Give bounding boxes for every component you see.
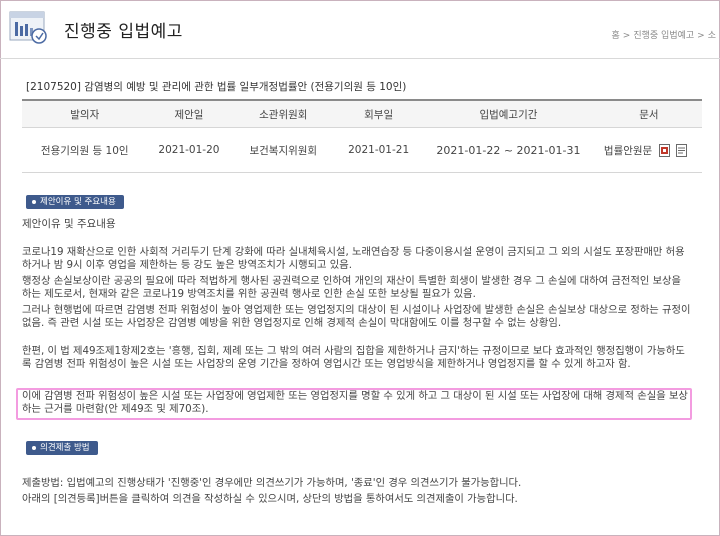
table-header-row: 발의자 제안일 소관위원회 회부일 입법예고기간 문서	[22, 99, 702, 128]
opinion-line-2: 아래의 [의견등록]버튼을 클릭하여 의견을 작성하실 수 있으시며, 상단의 …	[22, 493, 518, 505]
breadcrumb: 홈 > 진행중 입법예고 > 소	[611, 31, 716, 41]
referral-date-cell: 2021-01-21	[336, 127, 422, 173]
document-cell: 법률안원문	[595, 127, 702, 173]
breadcrumb-current[interactable]: 진행중 입법예고	[633, 31, 694, 41]
column-header: 문서	[595, 99, 702, 128]
reason-paragraph-4: 한편, 이 법 제49조제1항제2호는 '흥행, 집회, 제례 또는 그 밖의 …	[22, 345, 685, 370]
bill-info-table: 발의자 제안일 소관위원회 회부일 입법예고기간 문서 전용기의원 등 10인 …	[22, 99, 702, 173]
reason-paragraph-2: 행정상 손실보상이란 공공의 필요에 따라 적법하게 행사된 공권력으로 인하여…	[22, 275, 681, 300]
proposed-date-cell: 2021-01-20	[147, 127, 231, 173]
pdf-document-icon[interactable]	[675, 144, 687, 157]
bullet-icon	[32, 199, 36, 204]
section-badge-label: 의견제출 방법	[40, 443, 90, 453]
page-header: 진행중 입법예고 홈 > 진행중 입법예고 > 소	[0, 0, 720, 58]
column-header: 회부일	[336, 99, 422, 128]
period-cell: 2021-01-22 ~ 2021-01-31	[421, 127, 596, 173]
column-header: 발의자	[22, 99, 148, 128]
column-header: 제안일	[147, 99, 231, 128]
site-logo-icon	[9, 11, 47, 44]
breadcrumb-home[interactable]: 홈	[612, 31, 620, 41]
section-badge-opinion: 의견제출 방법	[26, 441, 98, 455]
header-divider	[0, 58, 720, 59]
highlight-box	[16, 388, 692, 420]
reason-paragraph-3: 그러나 현행법에 따르면 감염병 전파 위험성이 높아 영업제한 또는 영업정지…	[22, 304, 691, 329]
committee-cell: 보건복지위원회	[230, 127, 337, 173]
column-header: 입법예고기간	[421, 99, 596, 128]
opinion-line-1: 제출방법: 입법예고의 진행상태가 '진행중'인 경우에만 의견쓰기가 가능하며…	[22, 477, 522, 489]
section-badge-reason: 제안이유 및 주요내용	[26, 195, 124, 209]
column-header: 소관위원회	[230, 99, 337, 128]
page-title: 진행중 입법예고	[64, 22, 183, 42]
table-row: 전용기의원 등 10인 2021-01-20 보건복지위원회 2021-01-2…	[22, 127, 702, 173]
proposer-cell: 전용기의원 등 10인	[22, 127, 148, 173]
section-badge-label: 제안이유 및 주요내용	[40, 197, 116, 207]
bullet-icon	[32, 445, 36, 450]
section-subheading: 제안이유 및 주요내용	[22, 218, 116, 230]
reason-paragraph-1: 코로나19 재확산으로 인한 사회적 거리두기 단계 강화에 따라 실내체육시설…	[22, 246, 685, 271]
breadcrumb-truncated[interactable]: 소	[708, 31, 716, 41]
bill-title: [2107520] 감염병의 예방 및 관리에 관한 법률 일부개정법률안 (전…	[26, 81, 407, 93]
document-link[interactable]: 법률안원문	[604, 145, 652, 157]
hwp-document-icon[interactable]	[658, 144, 670, 157]
